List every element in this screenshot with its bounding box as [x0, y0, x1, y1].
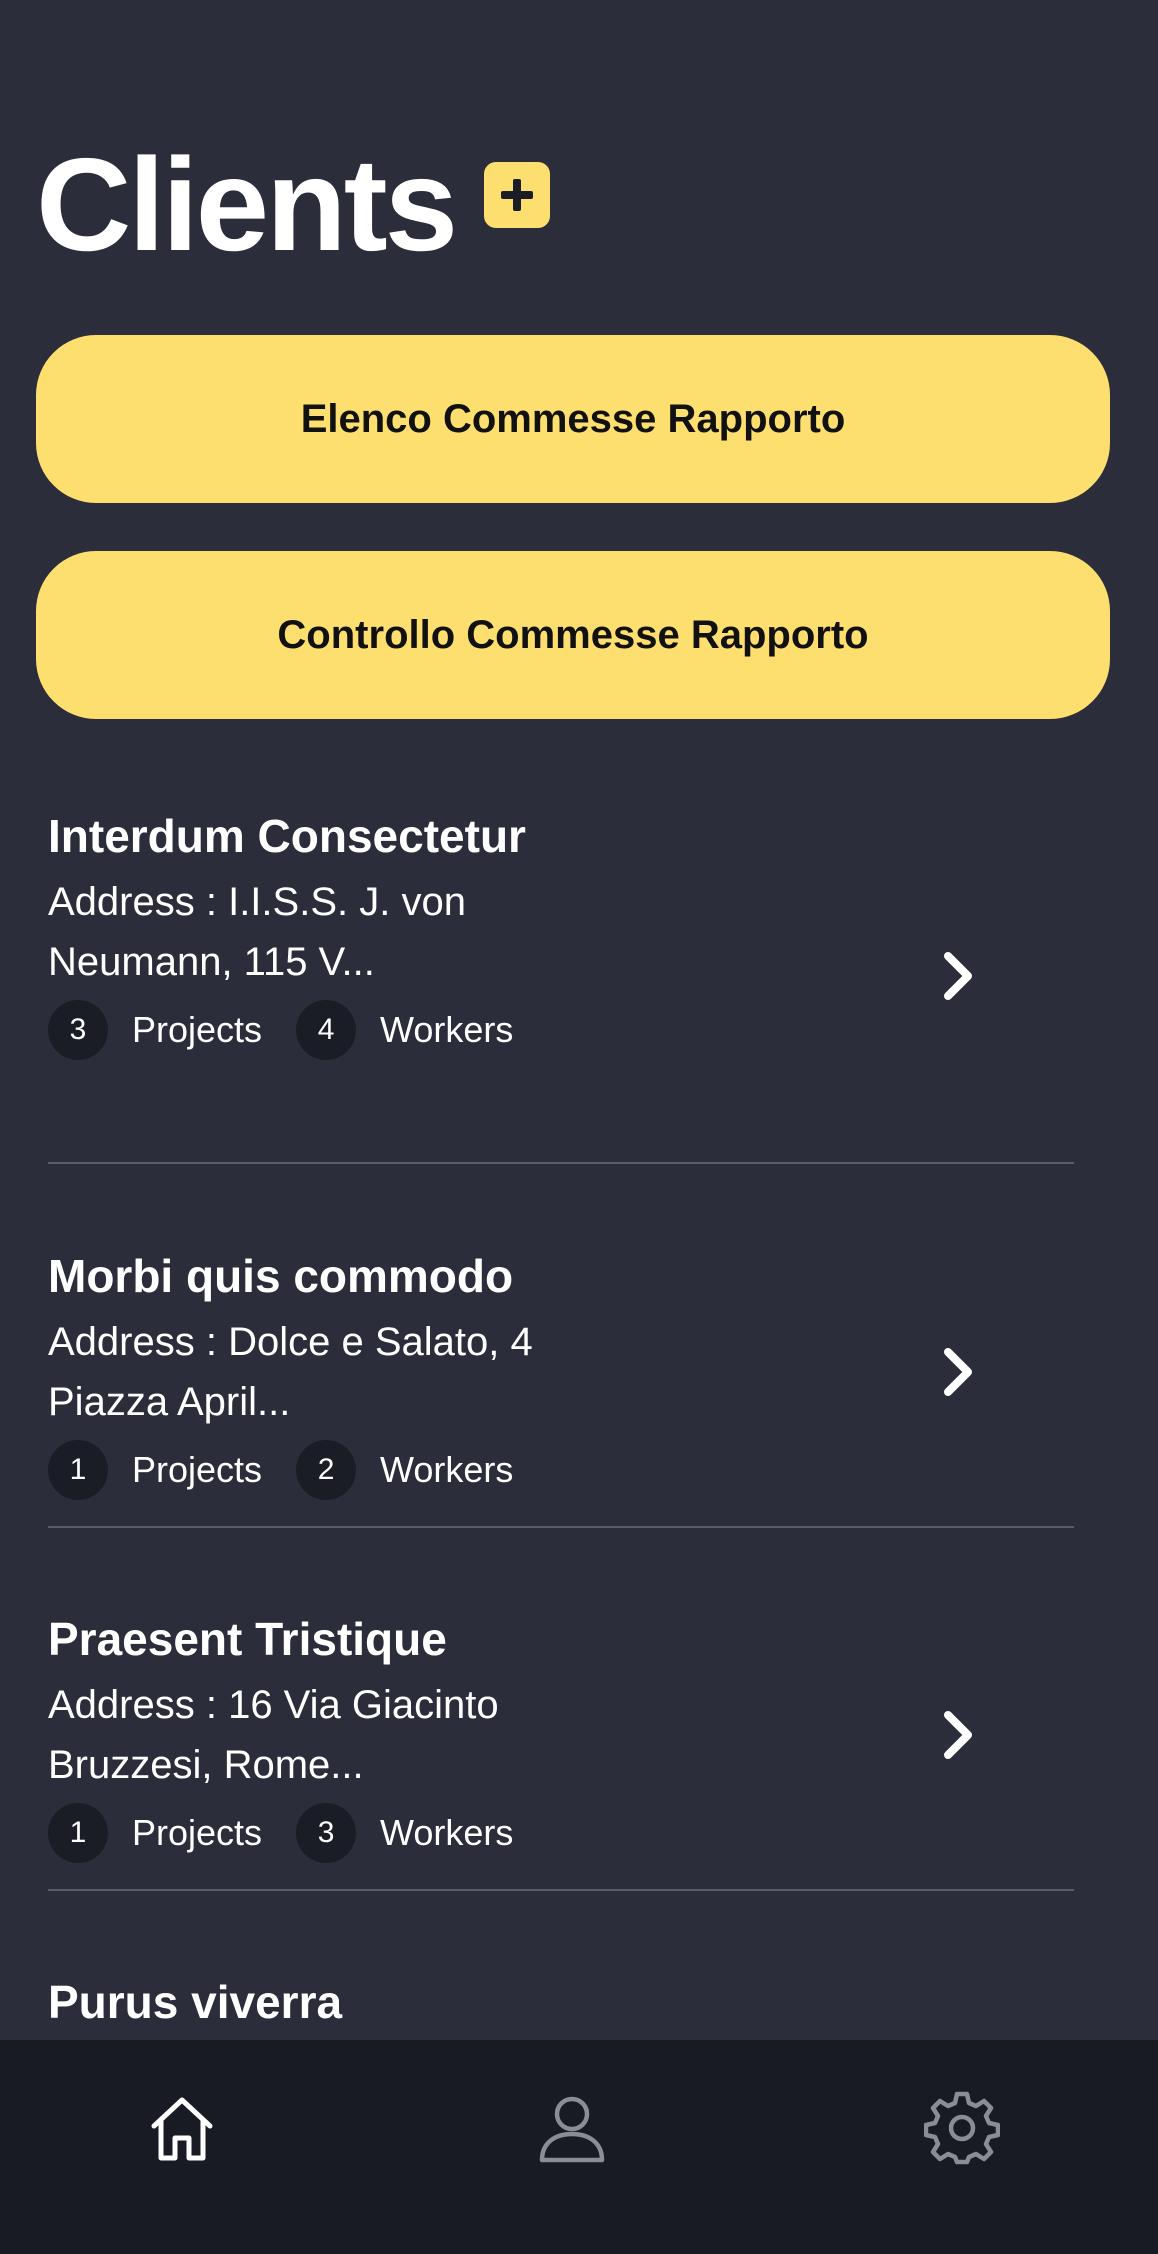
- plus-icon: [501, 179, 533, 211]
- chevron-right-icon[interactable]: [938, 1707, 978, 1763]
- client-stats: 1 Projects 2 Workers: [48, 1440, 1074, 1500]
- nav-home[interactable]: [142, 2088, 222, 2168]
- client-name: Purus viverra: [48, 1976, 343, 2028]
- gear-icon: [924, 2091, 1000, 2165]
- controllo-commesse-button[interactable]: Controllo Commesse Rapporto: [36, 551, 1110, 719]
- client-address: Address : Dolce e Salato, 4 Piazza April…: [48, 1320, 533, 1424]
- chevron-right-icon[interactable]: [938, 1344, 978, 1400]
- client-list-item[interactable]: Praesent Tristique Address : 16 Via Giac…: [48, 1603, 1074, 1891]
- nav-profile[interactable]: [532, 2088, 612, 2168]
- workers-count-badge: 4: [296, 1000, 357, 1060]
- bottom-nav: [0, 2040, 1158, 2254]
- projects-label: Projects: [132, 1812, 263, 1853]
- projects-count-badge: 1: [48, 1803, 108, 1863]
- workers-count-badge: 3: [296, 1803, 357, 1863]
- projects-label: Projects: [132, 1449, 263, 1490]
- add-client-button[interactable]: [484, 162, 550, 228]
- client-stats: 3 Projects 4 Workers: [48, 1000, 1074, 1060]
- client-list-item[interactable]: Interdum Consectetur Address : I.I.S.S. …: [48, 800, 1074, 1164]
- page-title: Clients: [36, 131, 458, 278]
- client-name: Interdum Consectetur: [48, 810, 526, 862]
- client-address: Address : 16 Via Giacinto Bruzzesi, Rome…: [48, 1683, 499, 1787]
- workers-label: Workers: [380, 1449, 514, 1490]
- projects-count-badge: 1: [48, 1440, 108, 1500]
- projects-label: Projects: [132, 1009, 263, 1050]
- workers-label: Workers: [380, 1009, 514, 1050]
- client-list-item[interactable]: Morbi quis commodo Address : Dolce e Sal…: [48, 1240, 1074, 1528]
- client-name: Morbi quis commodo: [48, 1250, 514, 1302]
- nav-settings[interactable]: [922, 2088, 1002, 2168]
- page-header: Clients: [36, 131, 458, 278]
- client-stats: 1 Projects 3 Workers: [48, 1803, 1074, 1863]
- elenco-commesse-button[interactable]: Elenco Commesse Rapporto: [36, 335, 1110, 503]
- client-address: Address : I.I.S.S. J. von Neumann, 115 V…: [48, 880, 466, 984]
- workers-label: Workers: [380, 1812, 514, 1853]
- chevron-right-icon[interactable]: [938, 948, 978, 1004]
- workers-count-badge: 2: [296, 1440, 357, 1500]
- client-list-item[interactable]: Purus viverra: [48, 1966, 1074, 2046]
- user-icon: [539, 2096, 605, 2163]
- home-icon: [151, 2097, 213, 2161]
- client-name: Praesent Tristique: [48, 1613, 447, 1665]
- projects-count-badge: 3: [48, 1000, 108, 1060]
